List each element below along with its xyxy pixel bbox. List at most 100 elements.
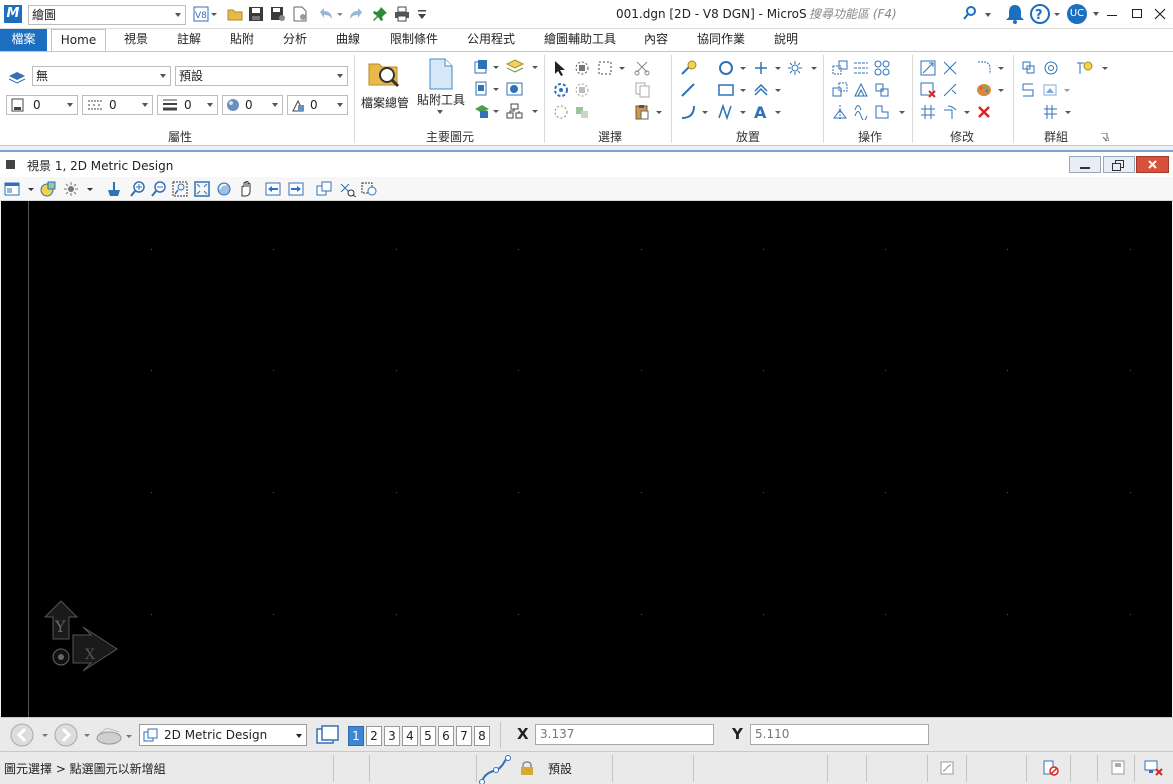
minimize-window-button[interactable] bbox=[1104, 6, 1120, 22]
place-text-icon[interactable]: A bbox=[753, 104, 785, 120]
v8-icon[interactable]: V8 bbox=[193, 6, 217, 22]
display-style-icon[interactable] bbox=[40, 181, 56, 197]
extend-line-icon[interactable] bbox=[942, 82, 960, 98]
place-cell-icon[interactable] bbox=[787, 60, 819, 76]
create-complex-chain-icon[interactable] bbox=[1021, 82, 1039, 98]
pin-icon[interactable] bbox=[372, 6, 388, 22]
create-region-icon[interactable] bbox=[1043, 82, 1075, 98]
tab-annotate[interactable]: 註解 bbox=[169, 29, 209, 51]
redo-icon[interactable] bbox=[350, 6, 366, 22]
level-display-icon[interactable] bbox=[506, 59, 538, 75]
file-manager-label[interactable]: 檔案總管 bbox=[361, 94, 409, 111]
update-view-icon[interactable] bbox=[105, 181, 121, 197]
raster-manager-icon[interactable] bbox=[506, 81, 524, 97]
clip-mask-icon[interactable] bbox=[360, 181, 380, 197]
element-selection-icon[interactable] bbox=[553, 60, 567, 76]
file-manager-icon[interactable] bbox=[367, 58, 401, 90]
fence-circle-icon[interactable] bbox=[553, 104, 569, 120]
view-button-7[interactable]: 7 bbox=[456, 726, 472, 746]
active-transparency-combo[interactable]: 0 bbox=[222, 95, 283, 115]
tab-view[interactable]: 視景 bbox=[116, 29, 156, 51]
y-coordinate-field[interactable]: 5.110 bbox=[750, 724, 929, 745]
workflow-selector[interactable]: 繪圖 bbox=[28, 5, 186, 25]
attach-tools-icon[interactable] bbox=[428, 58, 454, 90]
customize-quick-access-icon[interactable] bbox=[418, 10, 426, 20]
save-icon[interactable] bbox=[248, 6, 264, 22]
view-next-icon[interactable] bbox=[288, 181, 304, 197]
tab-analyze[interactable]: 分析 bbox=[275, 29, 315, 51]
select-all-icon[interactable] bbox=[597, 60, 629, 76]
view-previous-icon[interactable] bbox=[265, 181, 281, 197]
drawing-canvas[interactable]: Y X bbox=[1, 201, 1172, 717]
fillet-icon[interactable] bbox=[976, 60, 1008, 76]
view-control-menu-icon[interactable] bbox=[6, 160, 15, 169]
compress-icon[interactable] bbox=[292, 6, 308, 22]
zoom-out-icon[interactable] bbox=[151, 181, 167, 197]
accudraw-icon[interactable] bbox=[478, 754, 514, 784]
intersect-icon[interactable] bbox=[920, 104, 938, 120]
forward-nav-icon[interactable] bbox=[54, 723, 98, 747]
scale-icon[interactable] bbox=[853, 82, 873, 98]
level-manager-small-icon[interactable] bbox=[474, 103, 500, 119]
view-minimize-button[interactable] bbox=[1069, 156, 1101, 173]
move-parallel-icon[interactable] bbox=[853, 60, 873, 76]
view-button-6[interactable]: 6 bbox=[438, 726, 454, 746]
view-attributes-icon[interactable] bbox=[4, 181, 36, 197]
lighting-icon[interactable] bbox=[63, 181, 95, 197]
place-line-icon[interactable] bbox=[680, 82, 696, 98]
attach-tools-label[interactable]: 貼附工具 bbox=[417, 91, 465, 108]
view-button-2[interactable]: 2 bbox=[366, 726, 382, 746]
group-icon[interactable] bbox=[1021, 60, 1039, 76]
stretch-icon[interactable] bbox=[874, 104, 908, 120]
tab-content[interactable]: 內容 bbox=[636, 29, 676, 51]
place-dimension-icon[interactable] bbox=[753, 82, 785, 98]
tab-curves[interactable]: 曲線 bbox=[328, 29, 368, 51]
zoom-in-icon[interactable] bbox=[130, 181, 146, 197]
design-history-icon[interactable] bbox=[939, 760, 957, 776]
tab-attach[interactable]: 貼附 bbox=[222, 29, 262, 51]
move-icon[interactable] bbox=[832, 82, 852, 98]
back-nav-icon[interactable] bbox=[10, 723, 54, 747]
rotate-icon[interactable] bbox=[874, 82, 894, 98]
modify-element-icon[interactable] bbox=[920, 60, 938, 76]
tab-constraints[interactable]: 限制條件 bbox=[382, 29, 446, 51]
close-window-button[interactable] bbox=[1152, 6, 1168, 22]
view-button-3[interactable]: 3 bbox=[384, 726, 400, 746]
models-icon[interactable] bbox=[474, 59, 500, 75]
view-restore-button[interactable] bbox=[1103, 156, 1135, 173]
user-avatar[interactable]: UC bbox=[1067, 4, 1087, 24]
mirror-icon[interactable] bbox=[832, 104, 852, 120]
lock-icon[interactable] bbox=[520, 761, 534, 775]
change-attributes-icon[interactable] bbox=[976, 82, 1008, 98]
delete-icon[interactable] bbox=[976, 104, 994, 120]
window-area-icon[interactable] bbox=[172, 181, 188, 197]
maximize-window-button[interactable] bbox=[1129, 6, 1145, 22]
place-point-icon[interactable] bbox=[753, 60, 785, 76]
references-icon[interactable] bbox=[474, 81, 500, 97]
licensing-alert-icon[interactable] bbox=[1042, 760, 1060, 776]
view-close-button[interactable] bbox=[1136, 156, 1169, 173]
tab-home[interactable]: Home bbox=[51, 29, 106, 52]
fence-group-icon[interactable] bbox=[574, 104, 590, 120]
light-icon[interactable] bbox=[1076, 60, 1110, 76]
rotate-view-icon[interactable] bbox=[216, 181, 232, 197]
open-file-icon[interactable] bbox=[227, 6, 243, 22]
undo-icon[interactable] bbox=[316, 6, 342, 22]
saved-views-icon[interactable] bbox=[96, 726, 136, 746]
view-button-5[interactable]: 5 bbox=[420, 726, 436, 746]
tab-utilities[interactable]: 公用程式 bbox=[459, 29, 523, 51]
active-color-combo[interactable]: 0 bbox=[6, 95, 78, 115]
power-selector-icon[interactable] bbox=[574, 60, 590, 76]
place-smartline-icon[interactable] bbox=[680, 60, 698, 76]
tab-file[interactable]: 檔案 bbox=[0, 29, 47, 51]
level-manager-icon[interactable] bbox=[8, 68, 26, 84]
place-arc-icon[interactable] bbox=[680, 104, 712, 120]
break-element-icon[interactable] bbox=[942, 104, 974, 120]
tab-drawing-aids[interactable]: 繪圖輔助工具 bbox=[536, 29, 624, 51]
place-block-icon[interactable] bbox=[718, 82, 750, 98]
copy-view-icon[interactable] bbox=[316, 181, 332, 197]
select-by-attributes-icon[interactable] bbox=[553, 82, 569, 98]
view-button-8[interactable]: 8 bbox=[474, 726, 490, 746]
hierarchy-icon[interactable] bbox=[506, 103, 538, 119]
model-selector[interactable]: 2D Metric Design bbox=[139, 724, 307, 746]
